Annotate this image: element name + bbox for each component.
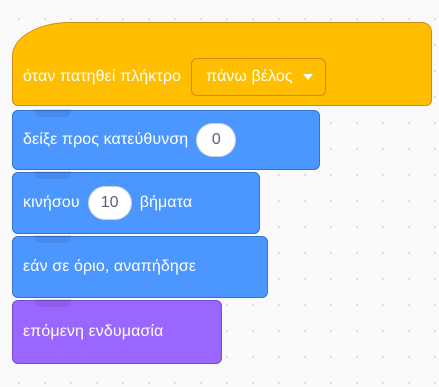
move-label: κινήσου: [23, 194, 80, 211]
script-stack[interactable]: όταν πατηθεί πλήκτρο πάνω βέλος δείξε πρ…: [0, 0, 439, 387]
block-notch: [35, 235, 71, 243]
point-in-direction-block[interactable]: δείξε προς κατεύθυνση 0: [12, 109, 320, 170]
key-dropdown-value: πάνω βέλος: [206, 68, 293, 85]
move-steps-block[interactable]: κινήσου 10 βήματα: [12, 171, 260, 234]
bounce-on-edge-block[interactable]: εάν σε όριο, αναπήδησε: [12, 235, 268, 298]
when-key-pressed-label: όταν πατηθεί πλήκτρο: [23, 68, 182, 85]
point-in-direction-label: δείξε προς κατεύθυνση: [23, 131, 189, 148]
next-costume-block[interactable]: επόμενη ενδυμασία: [12, 299, 222, 364]
steps-input[interactable]: 10: [87, 186, 132, 220]
steps-label: βήματα: [139, 194, 193, 211]
when-key-pressed-block[interactable]: όταν πατηθεί πλήκτρο πάνω βέλος: [12, 22, 432, 106]
block-notch: [35, 299, 71, 307]
block-notch: [35, 171, 71, 179]
key-dropdown[interactable]: πάνω βέλος: [191, 58, 326, 96]
direction-input[interactable]: 0: [196, 123, 237, 157]
next-costume-label: επόμενη ενδυμασία: [23, 323, 164, 340]
triangle-down-icon: [302, 74, 313, 80]
bounce-on-edge-label: εάν σε όριο, αναπήδησε: [23, 258, 197, 275]
block-notch: [35, 109, 71, 117]
